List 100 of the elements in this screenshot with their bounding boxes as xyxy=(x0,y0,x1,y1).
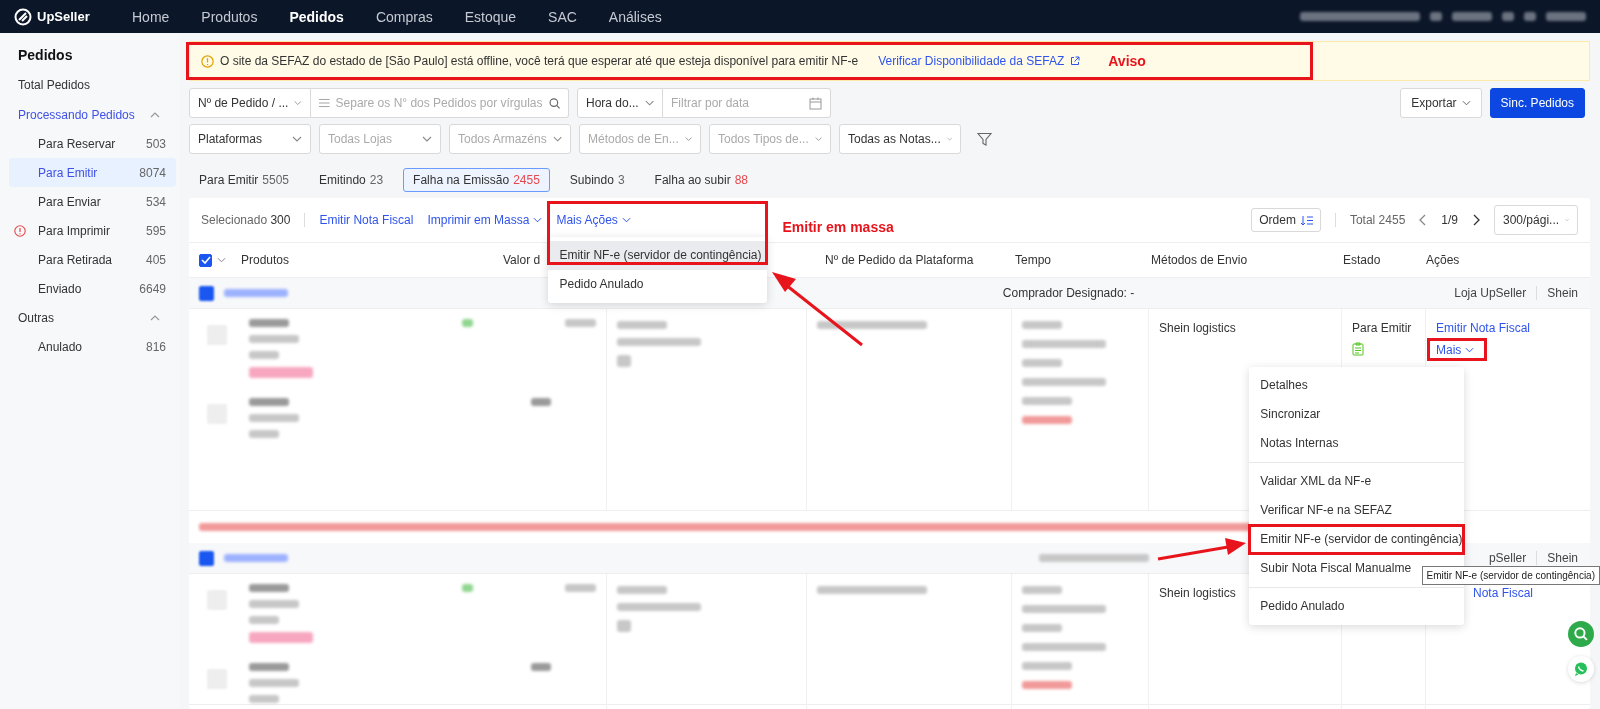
chevron-down-icon xyxy=(533,217,543,223)
select-field[interactable]: Hora do... xyxy=(577,88,663,118)
column-header: Ações xyxy=(1426,253,1460,267)
chevron-icon xyxy=(150,314,160,321)
issue-invoice-link[interactable]: Nota Fiscal xyxy=(1473,586,1534,600)
shipping-method: Shein logistics xyxy=(1159,586,1236,600)
menu-item[interactable]: Detalhes xyxy=(1249,371,1465,400)
document-icon xyxy=(1352,342,1364,356)
menu-item[interactable]: Emitir NF-e (servidor de contingência) xyxy=(548,241,768,270)
redacted-text xyxy=(1546,12,1586,21)
nav-item[interactable]: Pedidos xyxy=(273,8,360,25)
list-icon xyxy=(319,98,330,108)
redacted-text xyxy=(249,398,289,406)
column-header: Métodos de Envio xyxy=(1151,253,1248,267)
chat-bubble-icon xyxy=(1573,661,1589,677)
status-tab[interactable]: Subindo 3 xyxy=(559,168,635,192)
status-tab[interactable]: Falha na Emissão 2455 xyxy=(403,168,550,192)
sefaz-link[interactable]: Verificar Disponibilidade da SEFAZ xyxy=(878,54,1065,68)
chevron-down-icon[interactable] xyxy=(217,257,226,263)
redacted-text xyxy=(249,414,299,422)
toolbar-link[interactable]: Emitir Nota Fiscal xyxy=(319,213,414,227)
select-field[interactable]: Todas as Notas... xyxy=(839,124,961,154)
more-dropdown[interactable]: Mais xyxy=(1436,343,1475,357)
chevron-icon xyxy=(150,111,160,118)
nav-item[interactable]: Home xyxy=(116,8,186,25)
menu-item[interactable]: Pedido Anulado xyxy=(548,270,768,299)
redacted-text xyxy=(1022,321,1062,329)
sort-icon xyxy=(1300,214,1313,226)
sort-button[interactable]: Ordem xyxy=(1251,208,1321,232)
toolbar-dropdown[interactable]: Mais Ações xyxy=(556,213,631,227)
redacted-text xyxy=(249,679,299,687)
sidebar-link[interactable]: Total Pedidos xyxy=(0,71,180,100)
store-name: pSeller xyxy=(1488,551,1527,565)
select-all-checkbox[interactable] xyxy=(199,253,212,267)
sidebar-item[interactable]: Para Reservar 503 xyxy=(9,129,176,158)
redacted-text xyxy=(249,319,289,327)
redacted-text xyxy=(565,319,596,327)
sidebar-group[interactable]: Outras xyxy=(0,303,180,332)
redacted-text xyxy=(1022,359,1062,367)
redacted-text xyxy=(224,289,288,297)
menu-item[interactable]: Notas Internas xyxy=(1249,429,1465,458)
select-field[interactable]: Plataformas xyxy=(189,124,311,154)
calendar-icon xyxy=(809,96,822,110)
nav-item[interactable]: SAC xyxy=(532,8,593,25)
toolbar-dropdown[interactable]: Imprimir em Massa xyxy=(427,213,543,227)
select-field[interactable]: Nº de Pedido / ... xyxy=(189,88,311,118)
redacted-text xyxy=(1022,586,1062,594)
redacted-text xyxy=(1022,624,1062,632)
status-tab[interactable]: Emitindo 23 xyxy=(309,168,394,192)
sync-orders-button[interactable]: Sinc. Pedidos xyxy=(1489,88,1585,118)
nav-item[interactable]: Produtos xyxy=(185,8,274,25)
menu-item[interactable]: Sincronizar xyxy=(1249,400,1465,429)
redacted-text xyxy=(249,351,279,359)
sidebar-item[interactable]: Para Retirada 405 xyxy=(9,245,176,274)
order-status: Para Emitir xyxy=(1352,321,1412,335)
sidebar-item[interactable]: Para Imprimir 595 xyxy=(9,216,176,245)
redacted-text xyxy=(1022,397,1072,405)
menu-item[interactable]: Verificar NF-e na SEFAZ xyxy=(1249,496,1465,525)
column-header: Valor d xyxy=(503,253,541,267)
redacted-icon xyxy=(1502,12,1514,21)
chevron-down-icon xyxy=(1465,347,1475,353)
page-size-select[interactable]: 300/pági... xyxy=(1494,205,1578,235)
sidebar-item[interactable]: Anulado 816 xyxy=(9,332,176,361)
sidebar-item[interactable]: Enviado 6649 xyxy=(9,274,176,303)
chevron-down-icon xyxy=(1461,100,1471,106)
redacted-text xyxy=(249,616,279,624)
sidebar-group[interactable]: Processando Pedidos xyxy=(0,100,180,129)
redacted-text xyxy=(461,584,474,592)
tooltip: Emitir NF-e (servidor de contingência) xyxy=(1421,566,1600,585)
shipping-method: Shein logistics xyxy=(1159,321,1236,335)
platform-name: Shein xyxy=(1547,551,1578,565)
redacted-text xyxy=(461,319,474,327)
menu-item[interactable]: Pedido Anulado xyxy=(1249,592,1465,621)
issue-invoice-link[interactable]: Emitir Nota Fiscal xyxy=(1436,321,1530,335)
redacted-text xyxy=(249,695,279,703)
sidebar-item[interactable]: Para Enviar 534 xyxy=(9,187,176,216)
annotation-label: Emitir em massa xyxy=(782,219,894,235)
warning-icon xyxy=(201,54,214,68)
menu-item[interactable]: Validar XML da NF-e xyxy=(1249,467,1465,496)
order-checkbox[interactable] xyxy=(199,550,214,566)
nav-item[interactable]: Análises xyxy=(592,8,678,25)
chevron-down-icon xyxy=(422,136,432,142)
redacted-tag xyxy=(249,632,313,643)
whatsapp-button[interactable] xyxy=(1568,656,1594,682)
redacted-text xyxy=(531,398,551,406)
next-page-icon[interactable] xyxy=(1472,214,1480,226)
status-tab[interactable]: Falha ao subir 88 xyxy=(644,168,758,192)
previous-page-icon[interactable] xyxy=(1419,214,1428,226)
redacted-text xyxy=(1022,662,1072,670)
filter-icon[interactable] xyxy=(977,131,992,147)
export-button[interactable]: Exportar xyxy=(1400,88,1482,118)
redacted-text xyxy=(249,663,289,671)
order-checkbox[interactable] xyxy=(199,285,214,301)
sidebar-item[interactable]: Para Emitir 8074 xyxy=(9,158,176,187)
chevron-down-icon xyxy=(644,100,654,106)
menu-item[interactable]: Emitir NF-e (servidor de contingência) xyxy=(1249,525,1465,554)
nav-item[interactable]: Estoque xyxy=(448,8,533,25)
nav-item[interactable]: Compras xyxy=(359,8,449,25)
status-tab[interactable]: Para Emitir 5505 xyxy=(189,168,300,192)
chevron-down-icon xyxy=(814,136,822,142)
